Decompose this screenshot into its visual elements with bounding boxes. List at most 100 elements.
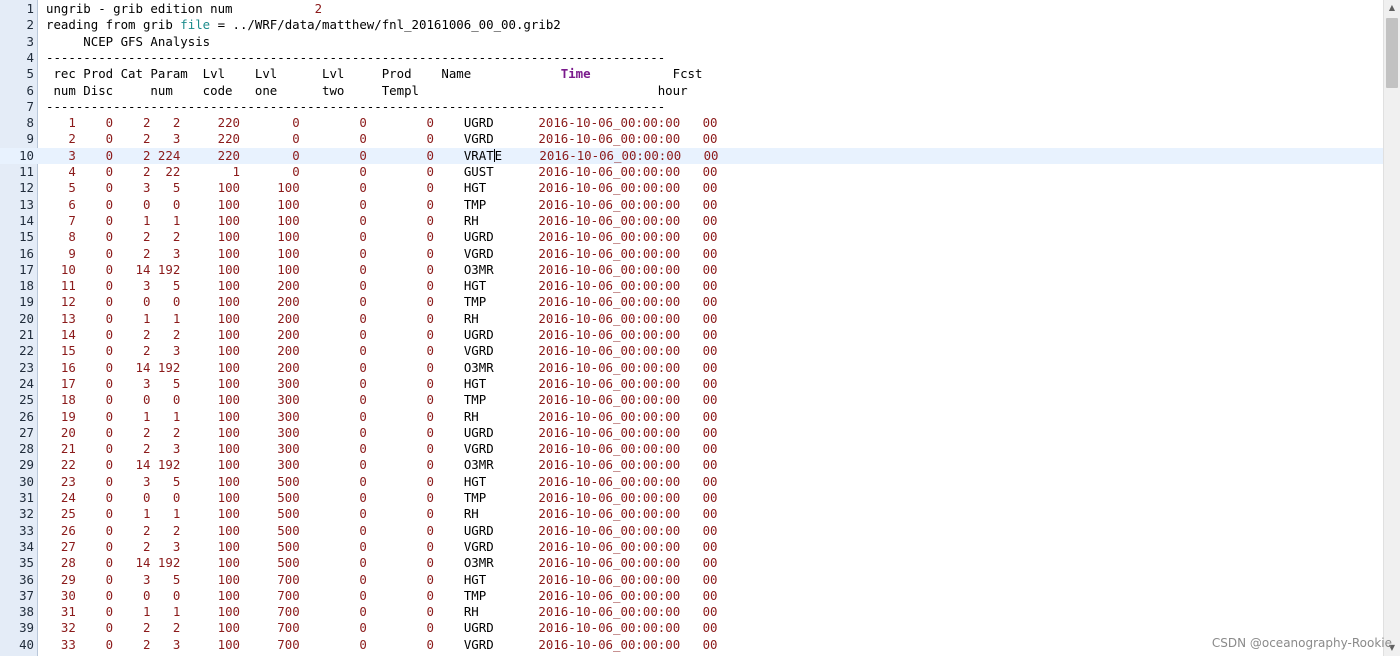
editor-line[interactable]: 26 19 0 1 1 100 300 0 0 RH 2016-10-06_00… (0, 409, 1384, 425)
lvl-one: 200 (240, 278, 300, 294)
lvl-two: 0 (299, 375, 367, 391)
editor-line[interactable]: 36 29 0 3 5 100 700 0 0 HGT 2016-10-06_0… (0, 572, 1384, 588)
editor-line[interactable]: 12 5 0 3 5 100 100 0 0 HGT 2016-10-06_00… (0, 180, 1384, 196)
line-text: 2 0 2 3 220 0 0 0 VGRD 2016-10-06_00:00:… (46, 131, 717, 147)
editor-line[interactable]: 17 10 0 14 192 100 100 0 0 O3MR 2016-10-… (0, 262, 1384, 278)
line-number: 30 (19, 473, 34, 489)
editor-line[interactable]: 39 32 0 2 2 100 700 0 0 UGRD 2016-10-06_… (0, 620, 1384, 636)
editor-line[interactable]: 30 23 0 3 5 100 500 0 0 HGT 2016-10-06_0… (0, 474, 1384, 490)
rec-num: 1 (46, 115, 76, 131)
editor-line[interactable]: 24 17 0 3 5 100 300 0 0 HGT 2016-10-06_0… (0, 376, 1384, 392)
editor-line[interactable]: 22 15 0 2 3 100 200 0 0 VGRD 2016-10-06_… (0, 343, 1384, 359)
line-number: 31 (19, 490, 34, 505)
editor-line[interactable]: 25 18 0 0 0 100 300 0 0 TMP 2016-10-06_0… (0, 392, 1384, 408)
lvl-two: 0 (299, 359, 367, 375)
line-number: 18 (19, 278, 34, 294)
analysis-title: NCEP GFS Analysis (46, 33, 211, 49)
valid-time: 2016-10-06_00:00:00 (538, 571, 681, 587)
lvl-code: 100 (180, 408, 240, 424)
cat: 2 (113, 424, 151, 440)
prod-disc: 0 (75, 196, 114, 212)
line-number: 21 (19, 327, 34, 342)
grib-name: O3MR (463, 457, 539, 473)
fcst-hour: 00 (702, 131, 718, 147)
editor-line[interactable]: 27 20 0 2 2 100 300 0 0 UGRD 2016-10-06_… (0, 425, 1384, 441)
prod-disc: 0 (75, 147, 114, 163)
param-num: 0 (150, 196, 181, 212)
scroll-up-icon[interactable]: ▲ (1384, 0, 1400, 16)
prod-templ: 0 (366, 457, 434, 473)
rec-num: 24 (46, 490, 76, 505)
prod-templ: 0 (366, 587, 434, 603)
editor-line[interactable]: 23 16 0 14 192 100 200 0 0 O3MR 2016-10-… (0, 360, 1384, 376)
grib-name: RH (463, 604, 539, 620)
editor-line[interactable]: 8 1 0 2 2 220 0 0 0 UGRD 2016-10-06_00:0… (0, 115, 1384, 131)
rec-num: 5 (46, 180, 76, 196)
editor-line[interactable]: 9 2 0 2 3 220 0 0 0 VGRD 2016-10-06_00:0… (0, 131, 1384, 147)
line-number: 33 (19, 522, 34, 538)
editor-line[interactable]: 35 28 0 14 192 100 500 0 0 O3MR 2016-10-… (0, 555, 1384, 571)
prod-disc: 0 (75, 245, 114, 261)
editor-line[interactable]: 32 25 0 1 1 100 500 0 0 RH 2016-10-06_00… (0, 506, 1384, 522)
valid-time: 2016-10-06_00:00:00 (538, 620, 681, 636)
cat: 1 (113, 604, 151, 620)
grib-name: VGRD (463, 538, 539, 554)
line-text: 17 0 3 5 100 300 0 0 HGT 2016-10-06_00:0… (46, 375, 718, 392)
editor-line[interactable]: 4 ---------------------------------------… (0, 50, 1384, 66)
editor-line[interactable]: 5 rec Prod Cat Param Lvl Lvl Lvl Prod Na… (0, 66, 1384, 82)
param-num: 5 (150, 375, 181, 391)
time-column-header: Time (560, 66, 591, 82)
valid-time: 2016-10-06_00:00:00 (538, 408, 681, 424)
cat: 1 (113, 212, 151, 228)
lvl-code: 100 (180, 604, 240, 620)
editor-line[interactable]: 33 26 0 2 2 100 500 0 0 UGRD 2016-10-06_… (0, 523, 1384, 539)
editor-line[interactable]: 15 8 0 2 2 100 100 0 0 UGRD 2016-10-06_0… (0, 229, 1384, 245)
editor-line[interactable]: 19 12 0 0 0 100 200 0 0 TMP 2016-10-06_0… (0, 294, 1384, 310)
editor-line[interactable]: 2 reading from grib file = ../WRF/data/ma… (0, 17, 1384, 33)
editor-line[interactable]: 40 33 0 2 3 100 700 0 0 VGRD 2016-10-06_… (0, 637, 1384, 653)
editor-line[interactable]: 11 4 0 2 22 1 0 0 0 GUST 2016-10-06_00:0… (0, 164, 1384, 180)
editor-line[interactable]: 37 30 0 0 0 100 700 0 0 TMP 2016-10-06_0… (0, 588, 1384, 604)
lvl-two: 0 (299, 261, 367, 277)
editor-line[interactable]: 38 31 0 1 1 100 700 0 0 RH 2016-10-06_00… (0, 604, 1384, 620)
editor-line[interactable]: 20 13 0 1 1 100 200 0 0 RH 2016-10-06_00… (0, 311, 1384, 327)
editor-line[interactable]: 1 ungrib - grib edition num 2 (0, 1, 1384, 17)
editor-line[interactable]: 29 22 0 14 192 100 300 0 0 O3MR 2016-10-… (0, 457, 1384, 473)
lvl-one: 500 (240, 522, 300, 538)
prod-disc: 0 (75, 473, 114, 489)
editor-line[interactable]: 6 num Disc num code one two Templ hour (0, 83, 1384, 99)
editor-line[interactable]: 28 21 0 2 3 100 300 0 0 VGRD 2016-10-06_… (0, 441, 1384, 457)
editor-line[interactable]: 13 6 0 0 0 100 100 0 0 TMP 2016-10-06_00… (0, 197, 1384, 213)
column-header-1: rec Prod Cat Param Lvl Lvl Lvl Prod Name (46, 66, 561, 82)
editor-line[interactable]: 3 NCEP GFS Analysis (0, 34, 1384, 50)
lvl-one: 100 (240, 196, 300, 212)
vertical-scrollbar[interactable]: ▲ ▼ (1383, 0, 1400, 656)
line-number: 8 (26, 115, 34, 131)
editor-line[interactable]: 21 14 0 2 2 100 200 0 0 UGRD 2016-10-06_… (0, 327, 1384, 343)
prod-disc: 0 (75, 424, 114, 440)
text-editor[interactable]: 1 ungrib - grib edition num 2 2 reading fro… (0, 0, 1384, 656)
line-number: 14 (19, 212, 34, 228)
param-num: 0 (150, 392, 181, 408)
editor-line[interactable]: 34 27 0 2 3 100 500 0 0 VGRD 2016-10-06_… (0, 539, 1384, 555)
editor-line[interactable]: 16 9 0 2 3 100 100 0 0 VGRD 2016-10-06_0… (0, 246, 1384, 262)
editor-line[interactable]: 18 11 0 3 5 100 200 0 0 HGT 2016-10-06_0… (0, 278, 1384, 294)
editor-line[interactable]: 10 3 0 2 224 220 0 0 0 VRATE 2016-10-06_… (0, 147, 1384, 164)
editor-line[interactable]: 31 24 0 0 0 100 500 0 0 TMP 2016-10-06_0… (0, 490, 1384, 506)
cat: 0 (113, 490, 151, 505)
fcst-hour: 00 (702, 441, 718, 457)
editor-line[interactable]: 7 ---------------------------------------… (0, 99, 1384, 115)
scroll-thumb[interactable] (1386, 18, 1398, 88)
editor-line[interactable]: 14 7 0 1 1 100 100 0 0 RH 2016-10-06_00:… (0, 213, 1384, 229)
prod-templ: 0 (366, 490, 434, 505)
lvl-one: 0 (240, 131, 300, 147)
